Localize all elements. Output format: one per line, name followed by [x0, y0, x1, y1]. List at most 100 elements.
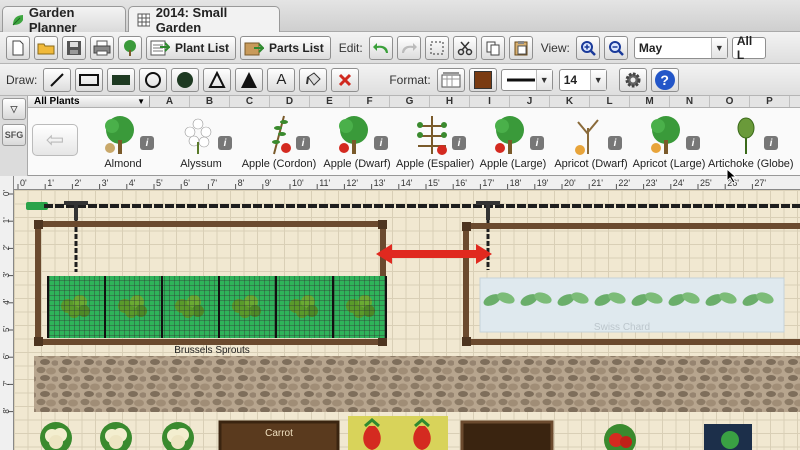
parts-list-button[interactable]: Parts List: [240, 35, 331, 60]
chevron-down-icon: ▼: [137, 97, 145, 106]
plant-list-button[interactable]: Plant List: [146, 35, 237, 60]
help-button[interactable]: ?: [650, 67, 679, 92]
new-file-button[interactable]: [6, 35, 30, 60]
library-column-letter[interactable]: E: [310, 96, 350, 107]
tomato-plant[interactable]: [604, 424, 636, 450]
info-icon[interactable]: i: [686, 136, 700, 150]
lettuce-bed[interactable]: [704, 424, 752, 450]
info-icon[interactable]: i: [140, 136, 154, 150]
rectangle-outline-icon: [79, 73, 100, 86]
save-button[interactable]: [62, 35, 86, 60]
info-icon[interactable]: i: [296, 136, 310, 150]
library-column-letter[interactable]: J: [510, 96, 550, 107]
info-icon[interactable]: i: [452, 136, 466, 150]
cauliflower-plant[interactable]: [100, 422, 132, 450]
raised-bed-swiss-chard[interactable]: Swiss Chard: [462, 222, 800, 346]
draw-circle-button[interactable]: [139, 67, 168, 92]
delete-button[interactable]: [331, 67, 360, 92]
library-column-letter[interactable]: F: [350, 96, 390, 107]
garden-canvas[interactable]: Brussels Sprouts Swiss Chard Carrot: [14, 190, 800, 450]
library-column-letter[interactable]: K: [550, 96, 590, 107]
zoom-out-button[interactable]: [603, 35, 628, 60]
garden-tree-button[interactable]: [118, 35, 142, 60]
library-column-letter[interactable]: C: [230, 96, 270, 107]
ruler-tick-label: 2': [74, 178, 81, 188]
plant-tile[interactable]: i Artichoke (Globe): [708, 110, 794, 174]
cut-button[interactable]: [452, 35, 477, 60]
raised-bed-brussels-sprouts[interactable]: Brussels Sprouts: [34, 220, 387, 356]
text-tool-button[interactable]: A: [267, 67, 296, 92]
plant-tile[interactable]: iAr: [786, 110, 800, 174]
irrigation-hose[interactable]: [26, 201, 800, 272]
cauliflower-plant[interactable]: [40, 422, 72, 450]
info-icon[interactable]: i: [374, 136, 388, 150]
ruler-tick-label: 7': [2, 380, 11, 386]
undo-button[interactable]: [368, 35, 393, 60]
library-column-letter[interactable]: N: [670, 96, 710, 107]
line-style-select[interactable]: ▼: [500, 68, 553, 91]
paste-button[interactable]: [508, 35, 533, 60]
info-icon[interactable]: i: [218, 136, 232, 150]
info-icon[interactable]: i: [764, 136, 778, 150]
library-column-letter[interactable]: B: [190, 96, 230, 107]
plant-tile[interactable]: i Apple (Espalier): [396, 110, 474, 174]
fill-color-button[interactable]: [468, 67, 497, 92]
library-column-letter[interactable]: L: [590, 96, 630, 107]
library-column-letter[interactable]: P: [750, 96, 790, 107]
info-icon[interactable]: i: [530, 136, 544, 150]
info-icon[interactable]: i: [608, 136, 622, 150]
plant-tile[interactable]: i Almond: [84, 110, 162, 174]
plant-tile[interactable]: i Apricot (Dwarf): [552, 110, 630, 174]
plant-tile[interactable]: i Apple (Cordon): [240, 110, 318, 174]
draw-rectangle-button[interactable]: [75, 67, 104, 92]
ruler-tick-label: 24': [673, 178, 685, 188]
plant-tile[interactable]: i Alyssum: [162, 110, 240, 174]
plant-tile[interactable]: i Apple (Large): [474, 110, 552, 174]
draw-filled-rectangle-button[interactable]: [107, 67, 136, 92]
ruler-tick-label: 6': [183, 178, 190, 188]
print-button[interactable]: [90, 35, 114, 60]
filter-button[interactable]: ▽: [2, 98, 26, 120]
plant-tile[interactable]: i Apricot (Large): [630, 110, 708, 174]
tab-garden-planner[interactable]: Garden Planner: [2, 5, 126, 35]
scroll-left-button[interactable]: ⇦: [32, 124, 78, 156]
empty-bed[interactable]: [460, 420, 554, 450]
library-column-letter[interactable]: D: [270, 96, 310, 107]
plant-name: Ar: [786, 158, 800, 170]
stone-path[interactable]: [34, 356, 800, 412]
draw-filled-triangle-button[interactable]: [235, 67, 264, 92]
cauliflower-plant[interactable]: [162, 422, 194, 450]
draw-filled-circle-button[interactable]: [171, 67, 200, 92]
carrot-bed[interactable]: Carrot: [218, 420, 340, 450]
redo-button[interactable]: [396, 35, 421, 60]
library-column-letter[interactable]: A: [150, 96, 190, 107]
library-column-letter[interactable]: O: [710, 96, 750, 107]
grid-icon: [137, 13, 150, 26]
library-column-letter[interactable]: M: [630, 96, 670, 107]
copy-button[interactable]: [480, 35, 505, 60]
tab-small-garden[interactable]: 2014: Small Garden: [128, 5, 280, 35]
ruler-tick-label: 9': [265, 178, 272, 188]
open-folder-button[interactable]: [34, 35, 58, 60]
strawberry-bed[interactable]: [348, 416, 448, 450]
sfg-button[interactable]: SFG: [2, 124, 26, 146]
settings-button[interactable]: [618, 67, 647, 92]
alyssum-flower-icon: [184, 118, 212, 154]
library-sidebar: ▽ SFG: [0, 96, 28, 176]
zoom-in-button[interactable]: [575, 35, 600, 60]
all-plants-select[interactable]: All Plants ▼: [28, 96, 150, 107]
fill-bucket-button[interactable]: [299, 67, 328, 92]
library-column-letter[interactable]: H: [430, 96, 470, 107]
new-file-icon: [12, 40, 24, 55]
draw-line-button[interactable]: [43, 67, 72, 92]
filter-select[interactable]: All L: [731, 34, 766, 62]
select-area-button[interactable]: [424, 35, 449, 60]
grid-size-button[interactable]: [436, 67, 465, 92]
month-select[interactable]: May ▼: [633, 36, 728, 59]
draw-triangle-button[interactable]: [203, 67, 232, 92]
font-size-select[interactable]: 14 ▼: [558, 68, 607, 91]
library-column-letter[interactable]: G: [390, 96, 430, 107]
library-column-letter[interactable]: I: [470, 96, 510, 107]
plant-tile[interactable]: i Apple (Dwarf): [318, 110, 396, 174]
column-letters: ABCDEFGHIJKLMNOP: [150, 96, 790, 107]
